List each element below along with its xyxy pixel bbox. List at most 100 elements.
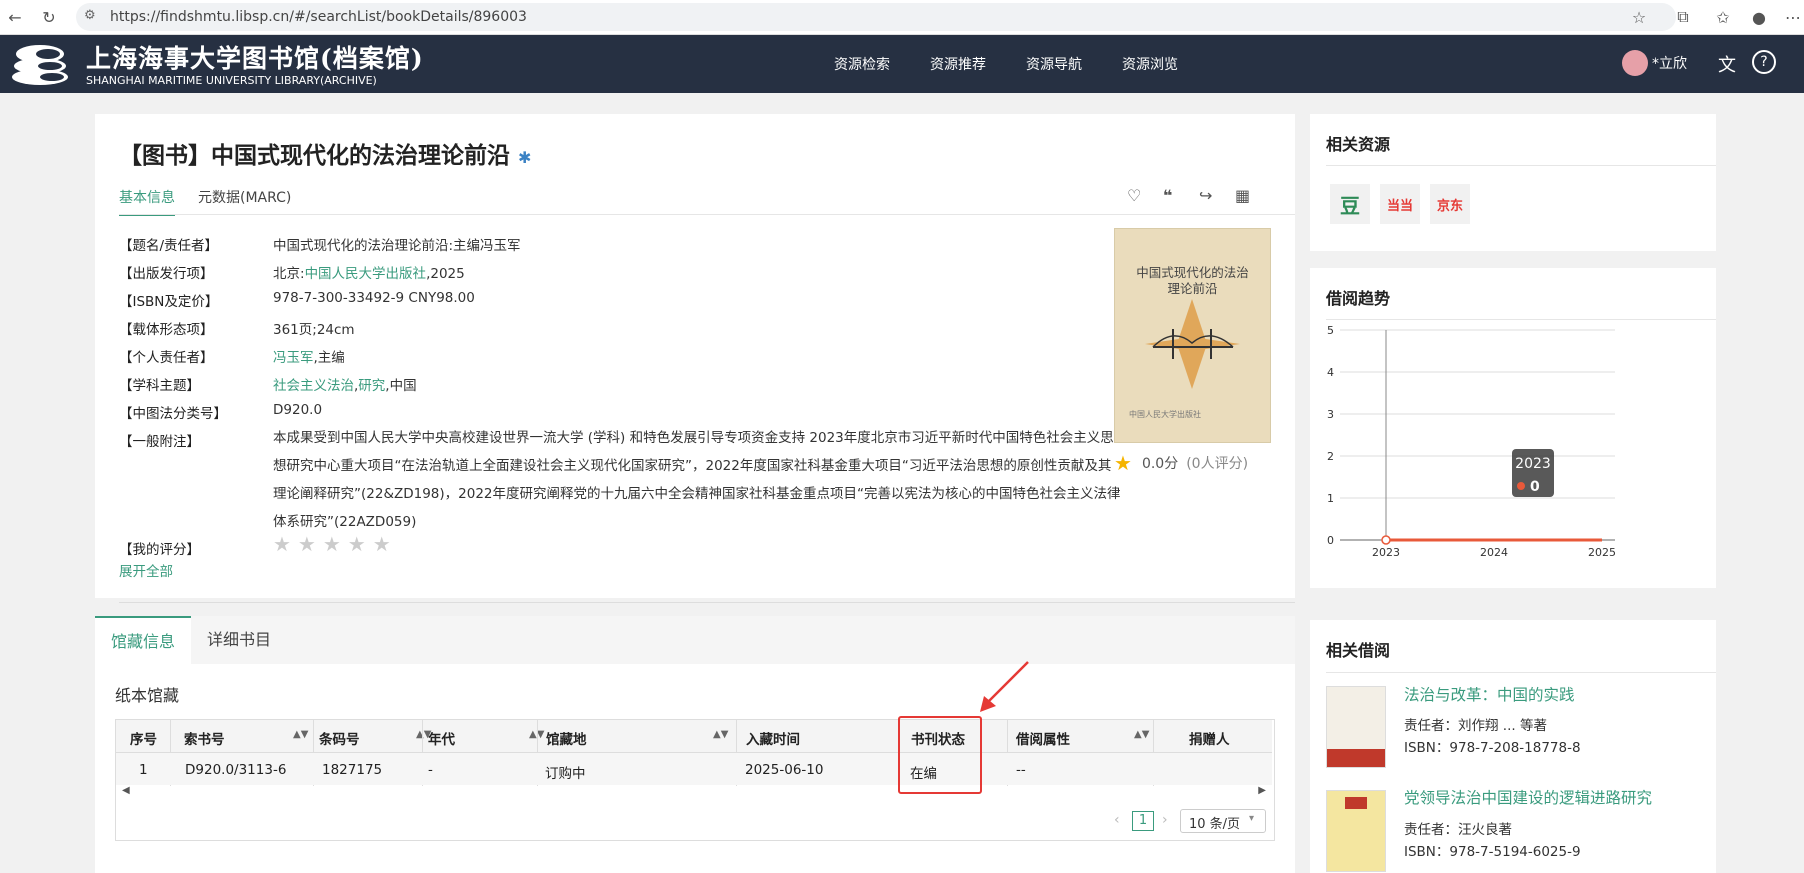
related-resources-title: 相关资源 xyxy=(1326,135,1391,154)
site-info-icon[interactable]: ⚙ xyxy=(84,8,96,23)
tab-divider xyxy=(119,214,1295,215)
library-logo-icon[interactable] xyxy=(10,42,72,86)
y-tick-label: 5 xyxy=(1327,324,1334,337)
y-tick-label: 2 xyxy=(1327,450,1334,463)
cell-loan-type: -- xyxy=(1016,762,1026,778)
related-isbn-1: ISBN：978-7-208-18778-8 xyxy=(1404,740,1581,756)
related-title-2[interactable]: 党领导法治中国建设的逻辑进路研究 xyxy=(1404,786,1652,808)
x-tick-label: 2025 xyxy=(1588,546,1616,559)
tab-holdings[interactable]: 馆藏信息 xyxy=(95,616,191,666)
url-text: https://findshmtu.libsp.cn/#/searchList/… xyxy=(110,9,527,25)
section-title-print: 纸本馆藏 xyxy=(115,686,180,705)
page-current[interactable]: 1 xyxy=(1132,811,1154,831)
chart-tooltip: 2023 0 xyxy=(1512,449,1554,497)
scroll-left-icon[interactable]: ◀ xyxy=(122,785,130,796)
expand-all-link[interactable]: 展开全部 xyxy=(119,560,173,580)
col-barcode[interactable]: 条码号 xyxy=(319,728,360,748)
user-menu[interactable]: *立欣 xyxy=(1622,50,1687,76)
cite-quote-icon[interactable]: ❝ xyxy=(1163,186,1172,205)
col-loan-type[interactable]: 借阅属性 xyxy=(1016,728,1070,748)
prev-page-icon[interactable]: ‹ xyxy=(1114,812,1120,828)
tooltip-label: 2023 xyxy=(1515,456,1551,472)
table-header: 序号 索书号 ▲▼ 条码号 ▲▼ 年代 ▲▼ 馆藏地 ▲▼ 入藏时间 书刊状态 … xyxy=(116,720,1272,752)
translate-icon[interactable]: 文 xyxy=(1718,51,1736,77)
rating-star-icon: ★ xyxy=(1114,451,1132,475)
back-icon[interactable]: ← xyxy=(4,6,26,28)
related-author-1: 责任者：刘作翔 ... 等著 xyxy=(1404,718,1547,734)
cell-call-number: D920.0/3113-6 xyxy=(185,762,287,778)
jd-icon[interactable]: 京东 xyxy=(1430,184,1470,224)
related-cover-2[interactable] xyxy=(1326,790,1386,872)
nav-resource-search[interactable]: 资源检索 xyxy=(834,54,890,74)
table-row[interactable] xyxy=(116,753,1272,785)
related-resources-panel: 相关资源 豆 当当 京东 xyxy=(1310,114,1716,251)
cell-location: 订购中 xyxy=(545,766,586,782)
x-tick-label: 2024 xyxy=(1480,546,1508,559)
user-name: *立欣 xyxy=(1652,56,1687,72)
col-seq: 序号 xyxy=(130,732,157,748)
favorites-icon[interactable]: ✩ xyxy=(1712,6,1734,28)
help-icon[interactable]: ? xyxy=(1752,50,1776,74)
share-icon[interactable]: ↪ xyxy=(1199,186,1212,205)
nav-resource-browse[interactable]: 资源浏览 xyxy=(1122,54,1178,74)
cell-barcode: 1827175 xyxy=(322,762,383,778)
rating-summary: ★ 0.0分 (0人评分) xyxy=(1114,451,1248,475)
avatar xyxy=(1622,50,1648,76)
my-rating-stars[interactable]: ★★★★★ xyxy=(273,532,398,556)
share-app-icon[interactable]: ✱ xyxy=(518,148,531,167)
horizontal-scrollbar[interactable]: ◀ ▶ xyxy=(116,785,1272,799)
col-call-number[interactable]: 索书号 xyxy=(184,728,225,748)
sort-icon[interactable]: ▲▼ xyxy=(713,729,728,740)
related-title-1[interactable]: 法治与改革：中国的实践 xyxy=(1404,683,1575,705)
cover-bridge-illustration xyxy=(1145,299,1240,389)
cell-seq: 1 xyxy=(139,762,148,778)
scroll-right-icon[interactable]: ▶ xyxy=(1258,785,1266,796)
x-tick-label: 2023 xyxy=(1372,546,1400,559)
nav-resource-navigation[interactable]: 资源导航 xyxy=(1026,54,1082,74)
book-cover-image[interactable]: 中国式现代化的法治理论前沿 中国人民大学出版社 xyxy=(1114,228,1271,443)
tab-basic-info[interactable]: 基本信息 xyxy=(119,187,175,216)
subject-link-1[interactable]: 社会主义法治 xyxy=(273,378,354,394)
borrow-trend-panel: 借阅趋势 0 1 2 3 4 5 2023 2024 2025 2023 0 xyxy=(1310,268,1716,588)
extensions-icon[interactable]: ⧉ xyxy=(1672,6,1694,28)
y-tick-label: 3 xyxy=(1327,408,1334,421)
reload-icon[interactable]: ↻ xyxy=(38,6,60,28)
logo-text-cn: 上海海事大学图书馆(档案馆) xyxy=(86,44,424,73)
tab-marc[interactable]: 元数据(MARC) xyxy=(198,187,291,207)
related-isbn-2: ISBN：978-7-5194-6025-9 xyxy=(1404,844,1581,860)
book-title: 【图书】中国式现代化的法治理论前沿 ✱ xyxy=(119,143,532,169)
nav-resource-recommend[interactable]: 资源推荐 xyxy=(930,54,986,74)
related-borrow-title: 相关借阅 xyxy=(1326,641,1391,660)
tooltip-value: 0 xyxy=(1530,479,1540,495)
page-size-select[interactable]: 10 条/页 ▾ xyxy=(1180,809,1266,833)
author-link[interactable]: 冯玉军 xyxy=(273,350,314,366)
related-borrow-panel: 相关借阅 法治与改革：中国的实践 责任者：刘作翔 ... 等著 ISBN：978… xyxy=(1310,620,1716,873)
next-page-icon[interactable]: › xyxy=(1162,812,1168,828)
related-cover-1[interactable] xyxy=(1326,686,1386,768)
favorite-heart-icon[interactable]: ♡ xyxy=(1127,186,1141,205)
qrcode-icon[interactable]: ▦ xyxy=(1235,186,1250,205)
sort-icon[interactable]: ▲▼ xyxy=(293,729,308,740)
tab-detailed-catalog[interactable]: 详细书目 xyxy=(207,616,271,664)
logo-text-en: SHANGHAI MARITIME UNIVERSITY LIBRARY(ARC… xyxy=(86,74,377,87)
annotation-arrow xyxy=(980,661,1029,712)
cell-year: - xyxy=(428,762,433,778)
rating-score: 0.0分 xyxy=(1141,456,1179,472)
col-location[interactable]: 馆藏地 xyxy=(546,728,587,748)
borrow-trend-chart: 0 1 2 3 4 5 2023 2024 2025 2023 0 xyxy=(1327,324,1616,559)
panel-divider xyxy=(119,602,1295,603)
col-date-added[interactable]: 入藏时间 xyxy=(746,728,800,748)
douban-icon[interactable]: 豆 xyxy=(1330,184,1370,224)
sort-icon[interactable]: ▲▼ xyxy=(1134,729,1149,740)
rating-count: (0人评分) xyxy=(1186,456,1249,472)
subject-link-2[interactable]: 研究 xyxy=(358,378,385,394)
favorite-star-icon[interactable]: ☆ xyxy=(1628,6,1650,28)
dangdang-icon[interactable]: 当当 xyxy=(1380,184,1420,224)
col-year[interactable]: 年代 xyxy=(428,728,455,748)
address-bar[interactable]: ⚙ https://findshmtu.libsp.cn/#/searchLis… xyxy=(76,3,1676,31)
publisher-link[interactable]: 中国人民大学出版社 xyxy=(305,266,427,282)
more-menu-icon[interactable]: ⋯ xyxy=(1782,6,1804,28)
data-point xyxy=(1381,535,1391,545)
chevron-down-icon: ▾ xyxy=(1249,813,1255,824)
profile-icon[interactable]: ● xyxy=(1748,6,1770,28)
